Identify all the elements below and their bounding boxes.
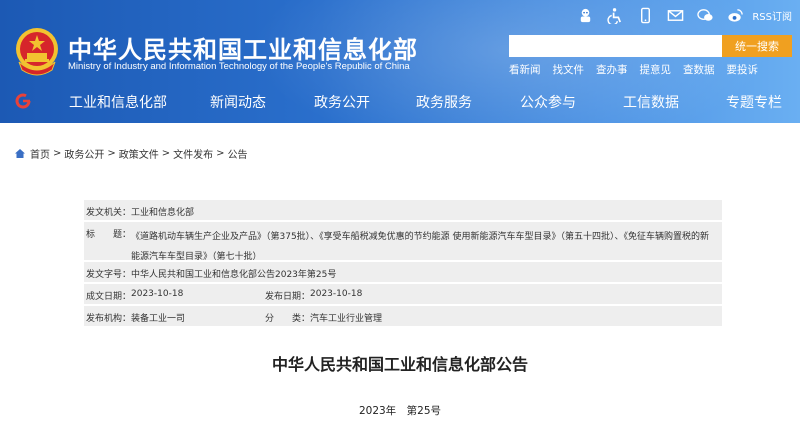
- subject-label: 标 题：: [86, 230, 132, 240]
- info-row-docno: 发文字号： 中华人民共和国工业和信息化部公告2023年第25号: [84, 262, 722, 282]
- info-row-dates: 成文日期： 2023-10-18 发布日期： 2023-10-18: [84, 284, 722, 304]
- site-header: 中华人民共和国工业和信息化部 Ministry of Industry and …: [0, 0, 800, 123]
- breadcrumb-separator: >: [53, 148, 62, 159]
- info-row-issuer: 发文机关： 工业和信息化部: [84, 200, 722, 220]
- nav-item-gov-services[interactable]: 政务服务: [416, 92, 472, 112]
- nav-item-topics[interactable]: 专题专栏: [726, 92, 782, 112]
- breadcrumb: 首页 > 政务公开 > 政策文件 > 文件发布 > 公告: [14, 146, 248, 161]
- wechat-icon[interactable]: [690, 6, 720, 24]
- site-subtitle: Ministry of Industry and Information Tec…: [68, 61, 410, 72]
- agency-label: 发布机构：: [86, 314, 132, 324]
- info-row-subject: 标 题： 《道路机动车辆生产企业及产品》（第375批）、《享受车船税减免优惠的节…: [84, 222, 722, 262]
- breadcrumb-announcement[interactable]: 公告: [228, 146, 248, 161]
- document-number: 2023年 第25号: [358, 405, 442, 417]
- published-value: 2023-10-18: [310, 289, 363, 299]
- published-label: 发布日期：: [265, 292, 311, 302]
- search-input[interactable]: [509, 35, 722, 57]
- document-info-table: 发文机关： 工业和信息化部 标 题： 《道路机动车辆生产企业及产品》（第375批…: [84, 200, 722, 328]
- quick-links: 看新闻 找文件 查办事 提意见 查数据 要投诉: [509, 62, 770, 77]
- nav-item-ministry[interactable]: 工业和信息化部: [69, 92, 167, 112]
- category-label: 分 类：: [265, 314, 311, 324]
- main-nav: 工业和信息化部 新闻动态 政务公开 政务服务 公众参与 工信数据 专题专栏: [0, 87, 800, 117]
- breadcrumb-separator: >: [161, 148, 171, 159]
- created-value: 2023-10-18: [131, 289, 184, 299]
- search-button[interactable]: 统一搜索: [722, 35, 792, 57]
- breadcrumb-policy-files[interactable]: 政策文件: [119, 146, 159, 161]
- site-title[interactable]: 中华人民共和国工业和信息化部: [68, 30, 418, 65]
- quick-link-files[interactable]: 找文件: [553, 62, 585, 77]
- info-row-agency: 发布机构： 装备工业一司 分 类： 汽车工业行业管理: [84, 306, 722, 326]
- accessibility-icon[interactable]: [600, 6, 630, 24]
- breadcrumb-gov-affairs[interactable]: 政务公开: [64, 146, 104, 161]
- mail-icon[interactable]: [660, 6, 690, 24]
- issuer-label: 发文机关：: [86, 208, 132, 218]
- breadcrumb-home[interactable]: 首页: [30, 146, 50, 161]
- breadcrumb-file-release[interactable]: 文件发布: [173, 146, 213, 161]
- breadcrumb-separator: >: [216, 148, 225, 159]
- ministry-logo-icon[interactable]: [14, 92, 32, 110]
- quick-link-services[interactable]: 查办事: [596, 62, 628, 77]
- category-value: 汽车工业行业管理: [310, 314, 383, 324]
- rss-link[interactable]: RSS订阅: [752, 8, 792, 23]
- document-title: 中华人民共和国工业和信息化部公告: [271, 355, 528, 374]
- weibo-icon[interactable]: [720, 6, 750, 24]
- national-emblem-icon[interactable]: [14, 26, 60, 76]
- docno-label: 发文字号：: [86, 270, 132, 280]
- nav-item-news[interactable]: 新闻动态: [210, 92, 266, 112]
- top-icon-bar: RSS订阅: [570, 6, 792, 24]
- quick-link-complaint[interactable]: 要投诉: [727, 62, 759, 77]
- nav-item-gov-affairs[interactable]: 政务公开: [314, 92, 370, 112]
- subject-value: 《道路机动车辆生产企业及产品》（第375批）、《享受车船税减免优惠的节约能源 使…: [131, 232, 710, 262]
- docno-value: 中华人民共和国工业和信息化部公告2023年第25号: [131, 270, 337, 280]
- quick-link-news[interactable]: 看新闻: [509, 62, 541, 77]
- chatbot-icon[interactable]: [570, 6, 600, 24]
- mobile-icon[interactable]: [630, 6, 660, 24]
- agency-value: 装备工业一司: [131, 314, 186, 324]
- home-icon: [15, 149, 25, 158]
- issuer-value: 工业和信息化部: [131, 208, 195, 218]
- created-label: 成文日期：: [86, 292, 132, 302]
- nav-item-public-participation[interactable]: 公众参与: [520, 92, 576, 112]
- nav-item-data[interactable]: 工信数据: [623, 92, 679, 112]
- quick-link-data[interactable]: 查数据: [683, 62, 715, 77]
- quick-link-feedback[interactable]: 提意见: [640, 62, 672, 77]
- breadcrumb-separator: >: [107, 148, 116, 159]
